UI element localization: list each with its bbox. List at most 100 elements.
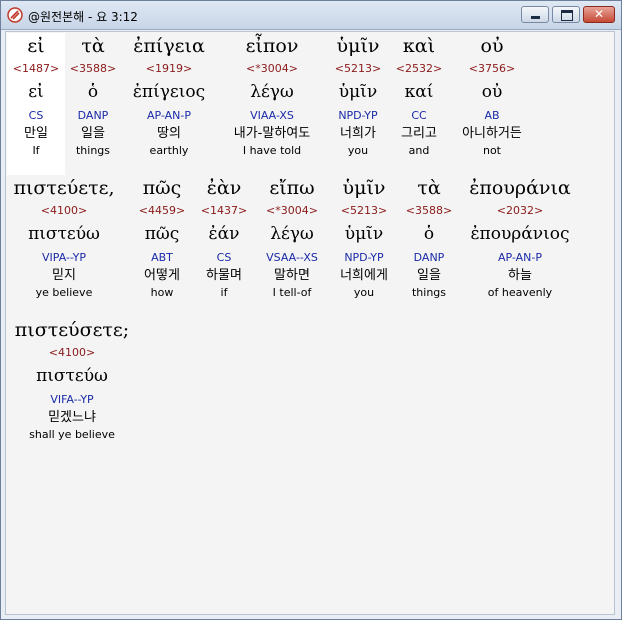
word-cell[interactable]: πιστεύετε, <4100> πιστεύω VIPA--YP 믿지 ye… — [8, 175, 120, 301]
lemma: ἐπουράνιος — [470, 224, 570, 244]
parsing-code: VIFA--YP — [50, 393, 94, 406]
word-cell[interactable]: ὑμῖν <5213> ὑμῖν NPD-YP 너희가 you — [328, 33, 388, 159]
parsing-code: AB — [484, 109, 500, 122]
greek-word: καὶ — [402, 35, 436, 57]
greek-word: ἐπίγεια — [133, 35, 205, 57]
lemma: καί — [404, 82, 434, 102]
strong-number[interactable]: <5213> — [331, 201, 397, 221]
parsing-code: ABT — [151, 251, 173, 264]
english-gloss: earthly — [149, 144, 189, 157]
strong-number[interactable]: <1487> — [7, 59, 65, 79]
strong-number[interactable]: <3588> — [65, 59, 121, 79]
greek-word: εἶπον — [245, 35, 299, 57]
strong-number[interactable]: <*3004> — [256, 201, 328, 221]
strong-number[interactable]: <1919> — [121, 59, 217, 79]
word-cell[interactable]: πῶς <4459> πῶς ABT 어떻게 how — [133, 175, 191, 301]
word-cell[interactable]: τὰ <3588> ὁ DANP 일을 things — [400, 175, 458, 301]
word-cell[interactable]: οὐ <3756> οὐ AB 아니하거든 not — [450, 33, 534, 159]
title-bar[interactable]: @원전본해 - 요 3:12 — [1, 1, 621, 30]
window-title: @원전본해 - 요 3:12 — [28, 10, 138, 24]
strong-number[interactable]: <2032> — [462, 201, 578, 221]
greek-word: ἐπουράνια — [469, 177, 571, 199]
greek-word: ὑμῖν — [342, 177, 386, 199]
korean-gloss: 하물며 — [206, 268, 242, 283]
lemma: ἐπίγειος — [132, 82, 206, 102]
strong-number[interactable]: <4100> — [8, 201, 120, 221]
lemma: πῶς — [144, 224, 180, 244]
strong-number[interactable]: <3756> — [450, 59, 534, 79]
word-cell[interactable]: εἶπον <*3004> λέγω VIAA-XS 내가-말하여도 I hav… — [219, 33, 325, 159]
word-cell[interactable]: ἐὰν <1437> ἐάν CS 하물며 if — [195, 175, 253, 301]
parsing-code: NPD-YP — [344, 251, 384, 264]
korean-gloss: 말하면 — [274, 268, 310, 283]
english-gloss: I have told — [242, 144, 302, 157]
korean-gloss: 일을 — [417, 268, 441, 283]
word-cell[interactable]: εἰ <1487> εἰ CS 만일 If — [7, 33, 65, 175]
strong-number[interactable]: <4459> — [133, 201, 191, 221]
greek-word: εἰ — [27, 35, 45, 57]
korean-gloss: 어떻게 — [144, 268, 180, 283]
greek-word: πιστεύετε, — [13, 177, 115, 199]
strong-number[interactable]: <5213> — [328, 59, 388, 79]
korean-gloss: 그리고 — [401, 126, 437, 141]
strong-number[interactable]: <3588> — [400, 201, 458, 221]
lemma: λέγω — [270, 224, 314, 244]
korean-gloss: 너희가 — [340, 126, 376, 141]
english-gloss: you — [353, 286, 375, 299]
word-cell[interactable]: ὑμῖν <5213> ὑμῖν NPD-YP 너희에게 you — [331, 175, 397, 301]
parsing-code: VSAA--XS — [266, 251, 318, 264]
parsing-code: AP-AN-P — [147, 109, 191, 122]
strong-number[interactable]: <4100> — [8, 343, 136, 363]
maximize-button[interactable] — [552, 6, 580, 23]
app-window: @원전본해 - 요 3:12 εἰ <1487> εἰ CS 만일 If τὰ … — [0, 0, 622, 620]
english-gloss: ye believe — [35, 286, 93, 299]
greek-word: τὰ — [417, 177, 441, 199]
english-gloss: you — [347, 144, 369, 157]
english-gloss: not — [482, 144, 501, 157]
lemma: λέγω — [250, 82, 294, 102]
interlinear-panel[interactable]: εἰ <1487> εἰ CS 만일 If τὰ <3588> ὁ DANP 일… — [5, 31, 615, 615]
word-cell[interactable]: πιστεύσετε; <4100> πιστεύω VIFA--YP 믿겠느냐… — [8, 317, 136, 443]
parsing-code: VIPA--YP — [42, 251, 86, 264]
greek-word: πῶς — [142, 177, 182, 199]
strong-number[interactable]: <2532> — [390, 59, 448, 79]
parsing-code: NPD-YP — [338, 109, 378, 122]
korean-gloss: 너희에게 — [340, 268, 388, 283]
korean-gloss: 믿겠느냐 — [48, 410, 96, 425]
parsing-code: AP-AN-P — [498, 251, 542, 264]
parsing-code: CC — [411, 109, 427, 122]
english-gloss: things — [75, 144, 111, 157]
parsing-code: DANP — [77, 109, 109, 122]
parsing-code: CS — [28, 109, 44, 122]
lemma: ἐάν — [208, 224, 240, 244]
parsing-code: DANP — [413, 251, 445, 264]
lemma: ὁ — [87, 82, 99, 102]
lemma: εἰ — [28, 82, 44, 102]
lemma: οὐ — [481, 82, 503, 102]
strong-number[interactable]: <1437> — [195, 201, 253, 221]
close-button[interactable] — [583, 6, 615, 23]
greek-word: τὰ — [81, 35, 105, 57]
korean-gloss: 하늘 — [508, 268, 532, 283]
lemma: ὁ — [423, 224, 435, 244]
greek-word: πιστεύσετε; — [14, 319, 130, 341]
parsing-code: VIAA-XS — [250, 109, 294, 122]
korean-gloss: 내가-말하여도 — [233, 126, 311, 141]
greek-word: οὐ — [480, 35, 504, 57]
word-cell[interactable]: ἐπουράνια <2032> ἐπουράνιος AP-AN-P 하늘 o… — [462, 175, 578, 301]
greek-word: ἐὰν — [206, 177, 242, 199]
strong-number[interactable]: <*3004> — [219, 59, 325, 79]
english-gloss: shall ye believe — [29, 428, 115, 441]
english-gloss: how — [150, 286, 174, 299]
word-cell[interactable]: ἐπίγεια <1919> ἐπίγειος AP-AN-P 땅의 earth… — [121, 33, 217, 159]
word-cell[interactable]: εἴπω <*3004> λέγω VSAA--XS 말하면 I tell-of — [256, 175, 328, 301]
app-logo-icon — [7, 7, 23, 23]
korean-gloss: 만일 — [24, 126, 48, 141]
minimize-button[interactable] — [521, 6, 549, 23]
english-gloss: of heavenly — [487, 286, 553, 299]
greek-word: ὑμῖν — [336, 35, 380, 57]
korean-gloss: 일을 — [81, 126, 105, 141]
word-cell[interactable]: τὰ <3588> ὁ DANP 일을 things — [65, 33, 121, 159]
lemma: πιστεύω — [36, 366, 108, 386]
word-cell[interactable]: καὶ <2532> καί CC 그리고 and — [390, 33, 448, 159]
